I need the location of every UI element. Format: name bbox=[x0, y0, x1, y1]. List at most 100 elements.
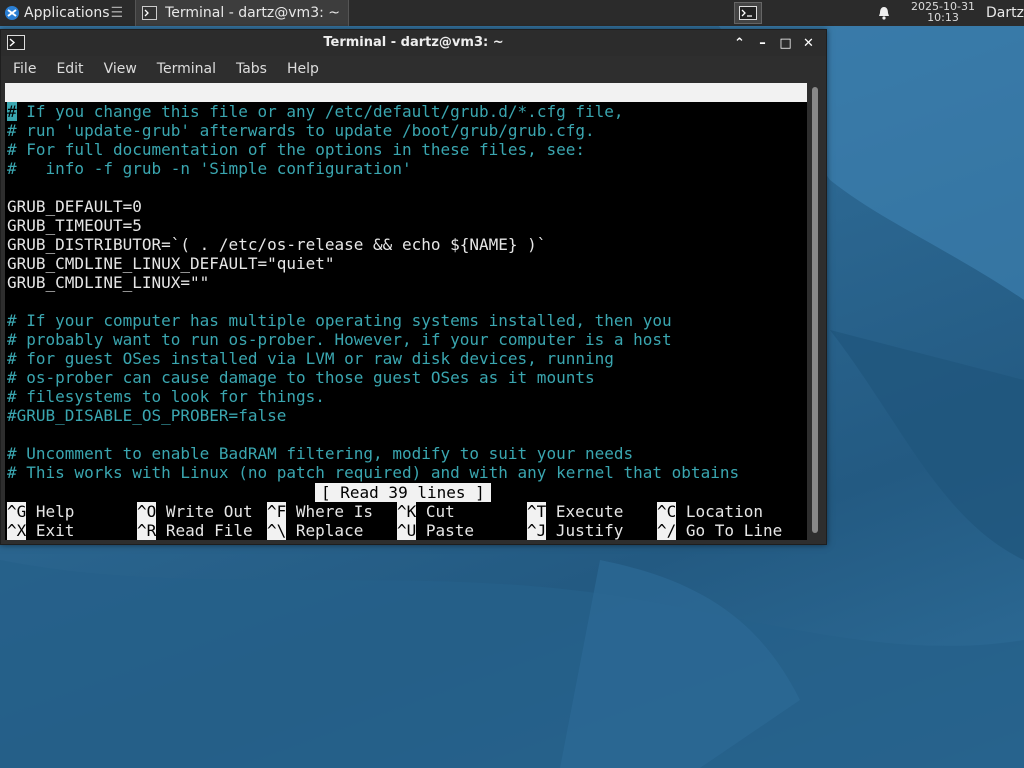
window-titlebar[interactable]: Terminal - dartz@vm3: ~ ⌃ – □ ✕ bbox=[1, 30, 826, 56]
window-title: Terminal - dartz@vm3: ~ bbox=[323, 35, 504, 50]
buffer-line: # filesystems to look for things. bbox=[7, 387, 325, 406]
buffer-line-text: # os-prober can cause damage to those gu… bbox=[7, 368, 595, 387]
menu-terminal[interactable]: Terminal bbox=[147, 61, 226, 77]
terminal-scrollbar[interactable] bbox=[810, 85, 820, 537]
notification-bell-icon[interactable] bbox=[876, 5, 892, 21]
shortcut-key: ^C bbox=[657, 502, 677, 521]
buffer-line: GRUB_DISTRIBUTOR=`( . /etc/os-release &&… bbox=[7, 235, 546, 254]
applications-menu-icon: ☰ bbox=[110, 5, 124, 21]
shortcut-label: Help bbox=[26, 502, 75, 521]
buffer-line: # If you change this file or any /etc/de… bbox=[7, 102, 624, 121]
taskbar-terminal-button[interactable]: Terminal - dartz@vm3: ~ bbox=[135, 0, 349, 26]
shortcut-label: Execute bbox=[546, 502, 624, 521]
shortcut-label: Paste bbox=[416, 521, 475, 540]
shortcut-item[interactable]: ^/ Go To Line bbox=[657, 521, 782, 540]
menu-view[interactable]: View bbox=[94, 61, 147, 77]
taskbar-terminal-title: Terminal - dartz@vm3: ~ bbox=[165, 5, 340, 21]
buffer-line: # This works with Linux (no patch requir… bbox=[7, 463, 739, 482]
window-controls: ⌃ – □ ✕ bbox=[728, 34, 820, 52]
shortcut-key: ^\ bbox=[267, 521, 287, 540]
terminal-icon bbox=[142, 6, 158, 20]
buffer-line: # If your computer has multiple operatin… bbox=[7, 311, 672, 330]
shortcut-item[interactable]: ^G Help bbox=[7, 502, 74, 521]
applications-label: Applications bbox=[24, 5, 110, 21]
buffer-line-text: If you change this file or any /etc/defa… bbox=[16, 102, 624, 121]
scrollbar-thumb[interactable] bbox=[812, 87, 818, 533]
buffer-line: # for guest OSes installed via LVM or ra… bbox=[7, 349, 614, 368]
shortcut-key: ^U bbox=[397, 521, 417, 540]
nano-status-message: [ Read 39 lines ] bbox=[315, 483, 491, 502]
shortcut-label: Exit bbox=[26, 521, 75, 540]
buffer-line: #GRUB_DISABLE_OS_PROBER=false bbox=[7, 406, 286, 425]
tray-terminal-launcher[interactable] bbox=[734, 2, 762, 24]
shortcut-key: ^J bbox=[527, 521, 547, 540]
shortcut-item[interactable]: ^U Paste bbox=[397, 521, 474, 540]
buffer-line-text: # probably want to run os-prober. Howeve… bbox=[7, 330, 672, 349]
buffer-line-text: # If your computer has multiple operatin… bbox=[7, 311, 672, 330]
shortcut-label: Replace bbox=[286, 521, 364, 540]
maximize-button[interactable]: □ bbox=[774, 34, 797, 52]
shortcut-item[interactable]: ^X Exit bbox=[7, 521, 74, 540]
buffer-line-text: # Uncomment to enable BadRAM filtering, … bbox=[7, 444, 634, 463]
buffer-line: # os-prober can cause damage to those gu… bbox=[7, 368, 595, 387]
shortcut-item[interactable]: ^K Cut bbox=[397, 502, 455, 521]
shortcut-label: Where Is bbox=[286, 502, 373, 521]
buffer-line: # For full documentation of the options … bbox=[7, 140, 585, 159]
shortcut-key: ^T bbox=[527, 502, 547, 521]
shortcut-label: Location bbox=[676, 502, 763, 521]
top-panel: Applications ☰ Terminal - dartz@vm3: ~ 2… bbox=[0, 0, 1024, 26]
menubar: File Edit View Terminal Tabs Help bbox=[1, 56, 826, 82]
terminal-window: Terminal - dartz@vm3: ~ ⌃ – □ ✕ File Edi… bbox=[0, 29, 827, 545]
buffer-line-text: # For full documentation of the options … bbox=[7, 140, 585, 159]
buffer-line-text: # run 'update-grub' afterwards to update… bbox=[7, 121, 595, 140]
buffer-line-text: GRUB_CMDLINE_LINUX="" bbox=[7, 273, 210, 292]
buffer-line-text: GRUB_TIMEOUT=5 bbox=[7, 216, 142, 235]
buffer-line-text: # filesystems to look for things. bbox=[7, 387, 325, 406]
shortcut-item[interactable]: ^T Execute bbox=[527, 502, 623, 521]
terminal-viewport[interactable]: GNU nano 8.4 /etc/default/grub # If you … bbox=[5, 83, 807, 540]
buffer-line: GRUB_TIMEOUT=5 bbox=[7, 216, 142, 235]
menu-edit[interactable]: Edit bbox=[46, 61, 93, 77]
buffer-line: # Uncomment to enable BadRAM filtering, … bbox=[7, 444, 633, 463]
buffer-line-text: GRUB_DISTRIBUTOR=`( . /etc/os-release &&… bbox=[7, 235, 547, 254]
shortcut-item[interactable]: ^F Where Is bbox=[267, 502, 373, 521]
text-cursor: # bbox=[7, 102, 17, 121]
buffer-line-text: GRUB_DEFAULT=0 bbox=[7, 197, 142, 216]
shortcut-item[interactable]: ^O Write Out bbox=[137, 502, 253, 521]
menu-help[interactable]: Help bbox=[277, 61, 329, 77]
xfce-logo-icon bbox=[5, 6, 19, 20]
shortcut-item[interactable]: ^C Location bbox=[657, 502, 763, 521]
nano-header: GNU nano 8.4 /etc/default/grub bbox=[5, 83, 807, 140]
buffer-line-text: GRUB_CMDLINE_LINUX_DEFAULT="quiet" bbox=[7, 254, 335, 273]
buffer-line: GRUB_DEFAULT=0 bbox=[7, 197, 142, 216]
buffer-line-text: # info -f grub -n 'Simple configuration' bbox=[7, 159, 412, 178]
applications-menu-button[interactable]: Applications ☰ bbox=[0, 0, 127, 26]
user-menu[interactable]: Dartz bbox=[986, 5, 1024, 21]
buffer-line: GRUB_CMDLINE_LINUX_DEFAULT="quiet" bbox=[7, 254, 335, 273]
buffer-line: # probably want to run os-prober. Howeve… bbox=[7, 330, 672, 349]
shortcut-label: Go To Line bbox=[676, 521, 783, 540]
buffer-line: # run 'update-grub' afterwards to update… bbox=[7, 121, 595, 140]
close-button[interactable]: ✕ bbox=[797, 34, 820, 52]
shortcut-item[interactable]: ^J Justify bbox=[527, 521, 623, 540]
clock-time: 10:13 bbox=[927, 11, 959, 24]
shortcut-item[interactable]: ^\ Replace bbox=[267, 521, 363, 540]
shortcut-key: ^G bbox=[7, 502, 27, 521]
menu-tabs[interactable]: Tabs bbox=[226, 61, 277, 77]
buffer-line: GRUB_CMDLINE_LINUX="" bbox=[7, 273, 209, 292]
shortcut-key: ^O bbox=[137, 502, 157, 521]
shade-button[interactable]: ⌃ bbox=[728, 34, 751, 52]
shortcut-label: Write Out bbox=[156, 502, 253, 521]
shortcut-item[interactable]: ^R Read File bbox=[137, 521, 253, 540]
minimize-button[interactable]: – bbox=[751, 34, 774, 52]
buffer-line-text: # for guest OSes installed via LVM or ra… bbox=[7, 349, 614, 368]
menu-file[interactable]: File bbox=[3, 61, 46, 77]
shortcut-label: Read File bbox=[156, 521, 253, 540]
panel-clock[interactable]: 2025-10-31 10:13 bbox=[910, 1, 976, 23]
buffer-line: # info -f grub -n 'Simple configuration' bbox=[7, 159, 412, 178]
shortcut-key: ^F bbox=[267, 502, 287, 521]
terminal-launcher-icon bbox=[739, 6, 757, 20]
shortcut-label: Justify bbox=[546, 521, 624, 540]
shortcut-key: ^R bbox=[137, 521, 157, 540]
shortcut-key: ^/ bbox=[657, 521, 677, 540]
